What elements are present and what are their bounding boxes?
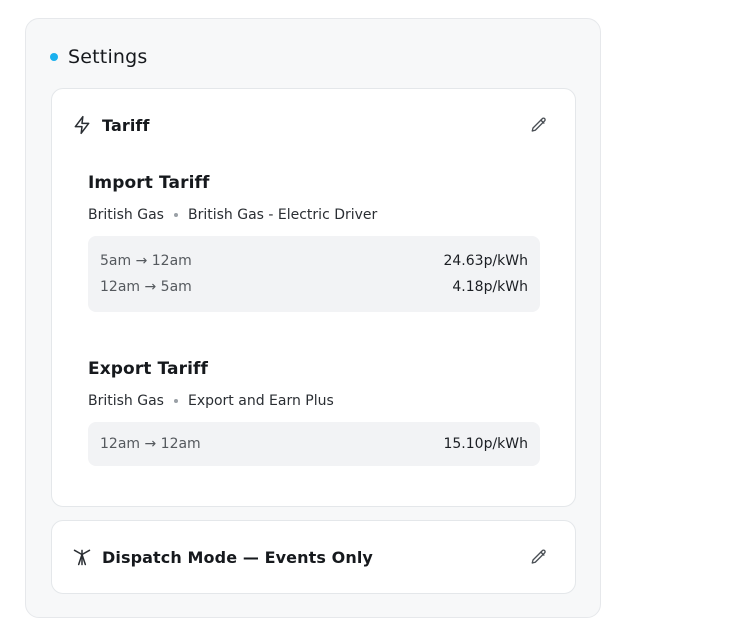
lightning-bolt-icon: [72, 115, 92, 135]
rate-row: 12am → 12am 15.10p/kWh: [100, 431, 528, 457]
import-supplier: British Gas: [88, 207, 164, 223]
rate-time: 12am → 5am: [100, 279, 192, 295]
import-tariff-section: Import Tariff British Gas British Gas - …: [88, 173, 540, 312]
dispatch-mode-card: Dispatch Mode — Events Only: [51, 520, 576, 594]
rate-price: 4.18p/kWh: [452, 279, 528, 295]
page-title: Settings: [68, 46, 148, 68]
settings-header: Settings: [50, 46, 148, 68]
tariff-card: Tariff Import Tariff British Gas British…: [51, 88, 576, 507]
import-plan: British Gas - Electric Driver: [187, 207, 378, 223]
export-supplier-line: British Gas Export and Earn Plus: [88, 393, 540, 409]
pencil-icon[interactable]: [529, 115, 549, 135]
dispatch-card-header: Dispatch Mode — Events Only: [72, 547, 549, 567]
rate-time: 5am → 12am: [100, 253, 192, 269]
antenna-tower-icon: [72, 547, 92, 567]
tariff-card-title: Tariff: [102, 115, 150, 135]
tariff-card-header: Tariff: [72, 115, 549, 135]
rate-price: 24.63p/kWh: [443, 253, 528, 269]
status-dot: [50, 53, 58, 61]
dispatch-card-title: Dispatch Mode — Events Only: [102, 547, 373, 567]
rate-row: 5am → 12am 24.63p/kWh: [100, 248, 528, 274]
rate-price: 15.10p/kWh: [443, 436, 528, 452]
export-tariff-section: Export Tariff British Gas Export and Ear…: [88, 359, 540, 466]
settings-panel: Settings Tariff Import Tariff British Ga…: [25, 18, 601, 618]
import-tariff-title: Import Tariff: [88, 173, 210, 193]
export-tariff-title: Export Tariff: [88, 359, 209, 379]
import-rates-box: 5am → 12am 24.63p/kWh 12am → 5am 4.18p/k…: [88, 236, 540, 312]
rate-time: 12am → 12am: [100, 436, 201, 452]
export-plan: Export and Earn Plus: [187, 393, 334, 409]
export-rates-box: 12am → 12am 15.10p/kWh: [88, 422, 540, 466]
separator-dot: [173, 399, 178, 403]
pencil-icon[interactable]: [529, 547, 549, 567]
rate-row: 12am → 5am 4.18p/kWh: [100, 274, 528, 300]
import-supplier-line: British Gas British Gas - Electric Drive…: [88, 207, 540, 223]
separator-dot: [173, 213, 178, 217]
export-supplier: British Gas: [88, 393, 164, 409]
